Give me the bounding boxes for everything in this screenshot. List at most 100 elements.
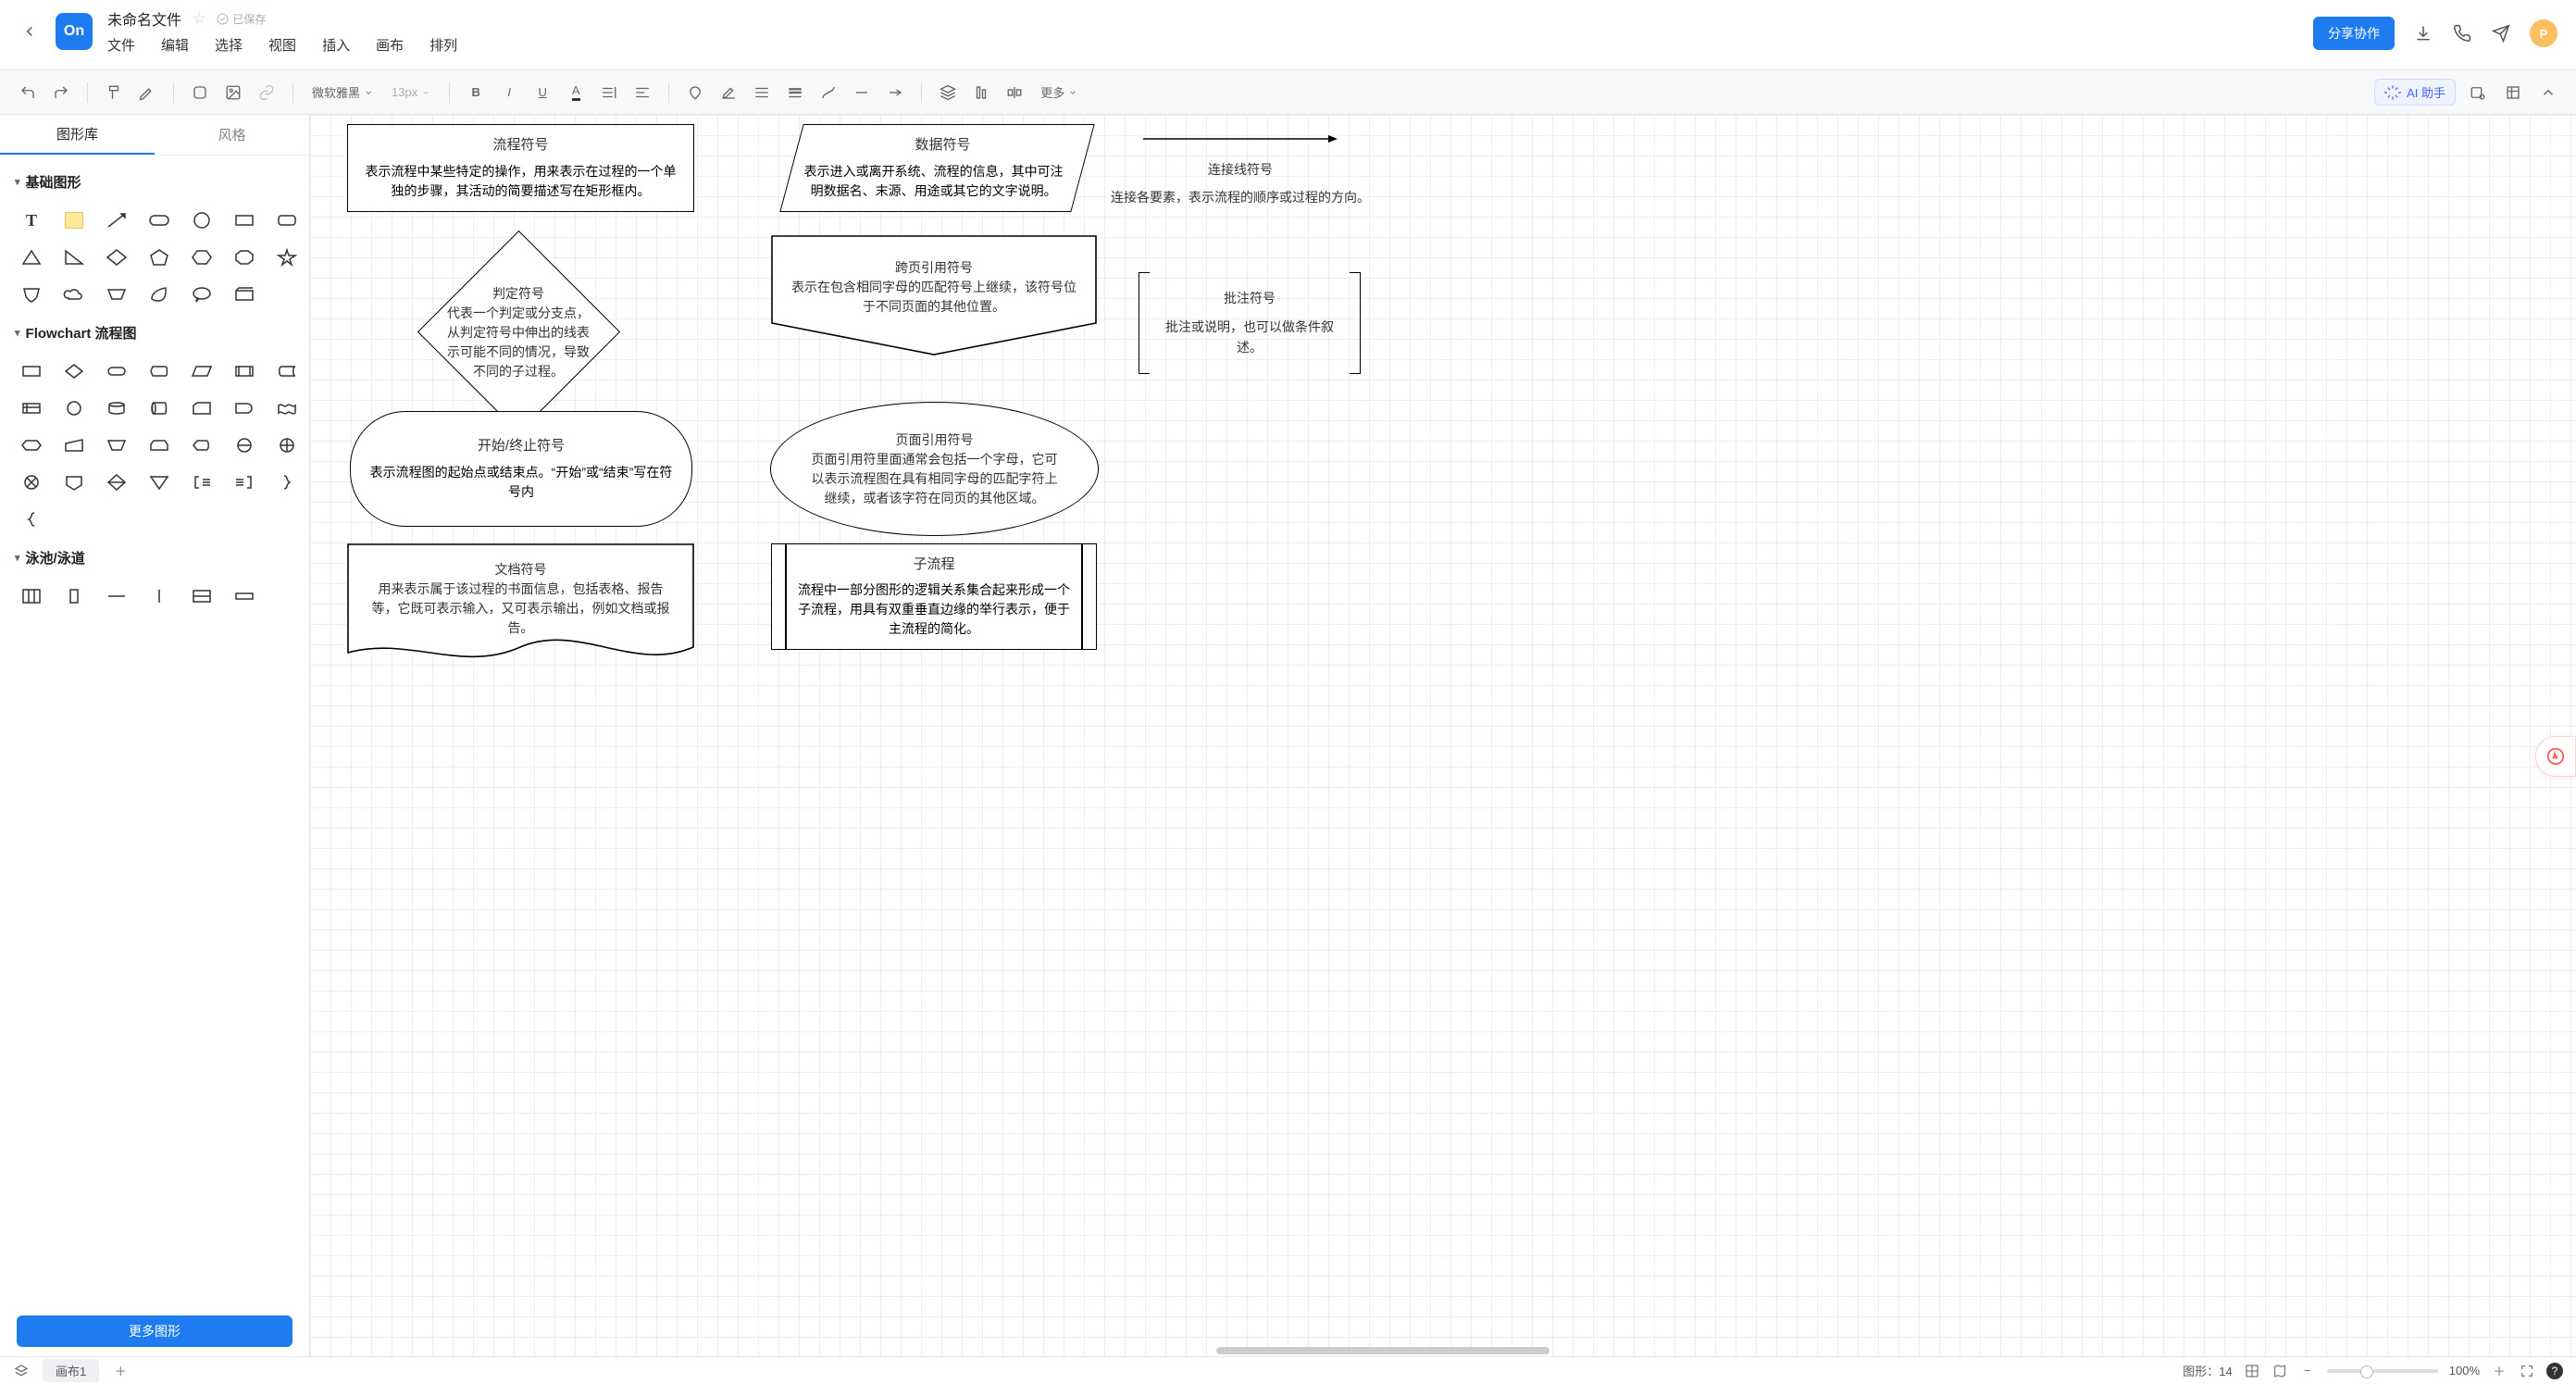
font-size-select[interactable]: 13px [386,85,436,99]
font-family-select[interactable]: 微软雅黑 [306,83,379,101]
node-connector-text[interactable]: 连接线符号 连接各要素，表示流程的顺序或过程的方向。 [1106,159,1375,208]
more-shapes-button[interactable]: 更多图形 [17,1315,292,1347]
fc-database[interactable] [100,394,133,422]
redo-button[interactable] [48,80,74,106]
sidebar-tab-styles[interactable]: 风格 [155,115,309,155]
fc-card[interactable] [185,394,218,422]
format-painter-button[interactable] [101,80,127,106]
arrow-start-button[interactable] [849,80,875,106]
shape-rect-round[interactable] [270,206,304,234]
text-color-button[interactable]: A [563,80,589,106]
fc-sort[interactable] [100,468,133,496]
fc-merge[interactable] [143,468,176,496]
shape-octagon[interactable] [228,243,261,271]
fc-tape[interactable] [270,394,304,422]
menu-arrange[interactable]: 排列 [429,35,457,55]
help-icon[interactable]: ? [2546,1363,2563,1379]
fc-decision[interactable] [57,357,91,385]
sl-sep-h[interactable] [100,582,133,610]
fullscreen-icon[interactable] [2519,1363,2535,1379]
shape-star[interactable] [270,243,304,271]
phone-icon[interactable] [2452,23,2472,44]
menu-insert[interactable]: 插入 [322,35,350,55]
node-offpage[interactable]: 跨页引用符号 表示在包含相同字母的匹配符号上继续，该符号位于不同页面的其他位置。 [771,235,1097,355]
undo-button[interactable] [15,80,41,106]
grid-toggle-icon[interactable] [2244,1363,2260,1379]
fc-collate[interactable] [228,431,261,459]
shape-rounded-rect[interactable] [143,206,176,234]
more-menu[interactable]: 更多 [1035,83,1083,101]
line-style-button[interactable] [749,80,775,106]
fc-process[interactable] [15,357,48,385]
shape-right-triangle[interactable] [57,243,91,271]
shape-speech[interactable] [185,281,218,308]
italic-button[interactable]: I [496,80,522,106]
fc-loop-limit[interactable] [143,431,176,459]
fc-data[interactable] [185,357,218,385]
shape-rect[interactable] [228,206,261,234]
fc-manual-op[interactable] [100,431,133,459]
zoom-slider[interactable] [2327,1369,2438,1373]
fc-brace-r[interactable] [270,468,304,496]
menu-select[interactable]: 选择 [215,35,243,55]
fc-annotation-l[interactable] [228,468,261,496]
canvas-tab[interactable]: 画布1 [43,1359,99,1382]
fc-internal[interactable] [15,394,48,422]
send-icon[interactable] [2491,23,2511,44]
fc-manual-input[interactable] [57,431,91,459]
shape-pentagon[interactable] [143,243,176,271]
download-icon[interactable] [2413,23,2433,44]
menu-edit[interactable]: 编辑 [161,35,189,55]
search-icon[interactable] [2465,80,2491,106]
fc-preparation[interactable] [15,431,48,459]
sl-lane-v[interactable] [57,582,91,610]
node-decision[interactable]: 判定符号 代表一个判定或分支点，从判定符号中伸出的线表示可能不同的情况，导致不同… [417,258,620,406]
node-data[interactable]: 数据符号 表示进入或离开系统、流程的信息，其中可注明数据名、末源、用途或其它的文… [779,124,1094,212]
fc-terminator[interactable] [100,357,133,385]
layers-icon[interactable] [13,1363,30,1379]
add-canvas-button[interactable]: ＋ [112,1363,129,1379]
distribute-button[interactable] [1002,80,1027,106]
sidebar-tab-shapes[interactable]: 图形库 [0,115,155,155]
minimap-icon[interactable] [2271,1363,2288,1379]
zoom-in-button[interactable]: ＋ [2491,1363,2508,1379]
floating-ai-badge[interactable] [2535,736,2576,777]
bold-button[interactable]: B [463,80,489,106]
avatar[interactable]: P [2530,19,2557,47]
shape-shield[interactable] [15,281,48,308]
align-button[interactable] [629,80,655,106]
settings-icon[interactable] [2500,80,2526,106]
sl-pool-h[interactable] [185,582,218,610]
arrow-end-button[interactable] [882,80,908,106]
fc-stored-data[interactable] [270,357,304,385]
line-height-button[interactable] [596,80,622,106]
shape-triangle[interactable] [15,243,48,271]
shape-cloud[interactable] [57,281,91,308]
fc-brace-l[interactable] [15,505,48,533]
zoom-out-button[interactable]: − [2299,1363,2316,1379]
shape-hexagon[interactable] [185,243,218,271]
shape-leaf[interactable] [143,281,176,308]
node-document[interactable]: 文档符号 用来表示属于该过程的书面信息，包括表格、报告等，它既可表示输入，又可表… [347,543,694,668]
sl-pool-v[interactable] [15,582,48,610]
fc-display[interactable] [143,357,176,385]
fill-color-button[interactable] [682,80,708,106]
node-onpage[interactable]: 页面引用符号 页面引用符里面通常会包括一个字母，它可以表示流程图在具有相同字母的… [770,402,1099,536]
shape-note[interactable] [57,206,91,234]
align-objects-button[interactable] [968,80,994,106]
node-process[interactable]: 流程符号 表示流程中某些特定的操作，用来表示在过程的一个单独的步骤，其活动的简要… [347,124,694,212]
section-swimlane[interactable]: 泳池/泳道 [9,539,300,577]
collapse-panel-icon[interactable] [2535,80,2561,106]
star-icon[interactable]: ☆ [193,9,205,28]
shape-diamond[interactable] [100,243,133,271]
underline-button[interactable]: U [529,80,555,106]
shape-line[interactable] [100,206,133,234]
fc-summing[interactable] [270,431,304,459]
section-flowchart[interactable]: Flowchart 流程图 [9,314,300,352]
fc-disk[interactable] [143,394,176,422]
shape-button[interactable] [187,80,213,106]
share-button[interactable]: 分享协作 [2313,17,2395,50]
line-width-button[interactable] [782,80,808,106]
layers-button[interactable] [935,80,961,106]
menu-view[interactable]: 视图 [268,35,296,55]
